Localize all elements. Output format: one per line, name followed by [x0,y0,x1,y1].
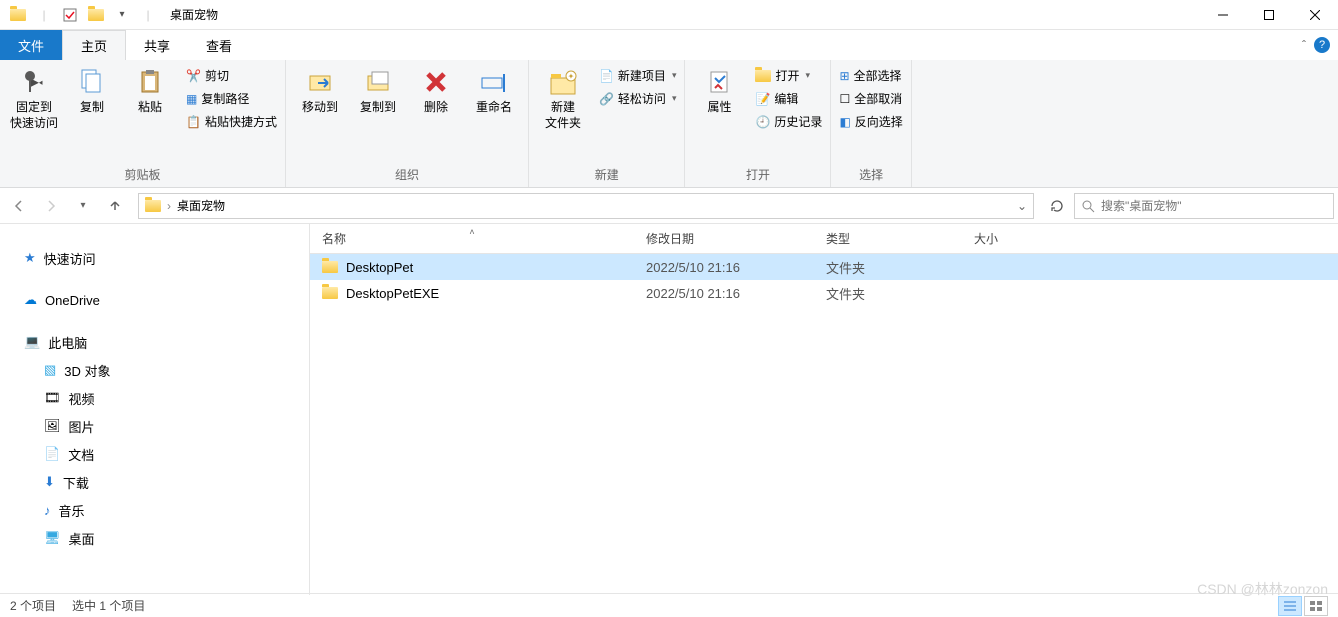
tab-view[interactable]: 查看 [188,30,250,60]
group-label-organize: 组织 [292,163,522,187]
search-box[interactable]: 搜索"桌面宠物" [1074,193,1334,219]
address-bar[interactable]: › 桌面宠物 ⌄ [138,193,1034,219]
statusbar: 2 个项目 选中 1 个项目 [0,593,1338,617]
nav-desktop[interactable]: 🖥桌面 [16,524,309,552]
view-details-button[interactable] [1278,596,1302,616]
nav-quickaccess[interactable]: ★快速访问 [16,244,309,272]
navbar: ▾ › 桌面宠物 ⌄ 搜索"桌面宠物" [0,188,1338,224]
nav-videos[interactable]: 🎞视频 [16,384,309,412]
cut-button[interactable]: ✂️剪切 [184,66,279,85]
recent-dropdown[interactable]: ▾ [68,192,98,220]
nav-downloads[interactable]: ⬇下载 [16,468,309,496]
tab-share[interactable]: 共享 [126,30,188,60]
collapse-ribbon-icon[interactable]: ˆ [1302,38,1306,52]
refresh-button[interactable] [1042,193,1072,219]
copy-button[interactable]: 复制 [64,64,120,116]
copypath-button[interactable]: ▦复制路径 [184,89,279,108]
back-button[interactable] [4,192,34,220]
file-name: DesktopPet [346,260,413,275]
address-folder-icon [145,200,161,212]
group-label-clipboard: 剪贴板 [6,163,279,187]
qat-separator: | [32,3,56,27]
tab-home[interactable]: 主页 [62,30,126,60]
newitem-button[interactable]: 📄新建项目▾ [597,66,679,85]
ribbon-tabs: 文件 主页 共享 查看 ˆ ? [0,30,1338,60]
navigation-pane: ★快速访问 ☁OneDrive 💻此电脑 ▧3D 对象 🎞视频 🖼图片 📄文档 … [0,224,310,595]
folder-icon [322,287,338,299]
address-dropdown[interactable]: ⌄ [1011,199,1033,213]
ribbon: 固定到 快速访问 复制 粘贴 ✂️剪切 ▦复制路径 📋粘贴快捷方式 剪贴板 移动… [0,60,1338,188]
edit-button[interactable]: 📝编辑 [753,89,824,108]
minimize-button[interactable] [1200,0,1246,30]
file-date: 2022/5/10 21:16 [634,286,814,301]
pasteshortcut-button[interactable]: 📋粘贴快捷方式 [184,112,279,131]
selectnone-button[interactable]: ☐全部取消 [837,89,904,108]
status-count: 2 个项目 [10,597,56,614]
properties-button[interactable]: 属性 [691,64,747,116]
close-button[interactable] [1292,0,1338,30]
group-clipboard: 固定到 快速访问 复制 粘贴 ✂️剪切 ▦复制路径 📋粘贴快捷方式 剪贴板 [0,60,286,187]
pin-button[interactable]: 固定到 快速访问 [6,64,62,131]
group-select: ⊞全部选择 ☐全部取消 ◧反向选择 选择 [831,60,911,187]
qat-folder-icon-2 [84,3,108,27]
svg-text:✦: ✦ [568,72,575,81]
nav-thispc[interactable]: 💻此电脑 [16,328,309,356]
easyaccess-button[interactable]: 🔗轻松访问▾ [597,89,679,108]
qat-separator-2: | [136,3,160,27]
col-size[interactable]: 大小 [962,230,1082,247]
view-icons-button[interactable] [1304,596,1328,616]
file-date: 2022/5/10 21:16 [634,260,814,275]
search-icon [1081,199,1095,213]
file-type: 文件夹 [814,258,962,277]
paste-button[interactable]: 粘贴 [122,64,178,116]
sort-arrow-icon: ˄ [469,227,474,237]
copyto-button[interactable]: 复制到 [350,64,406,116]
group-new: ✦新建 文件夹 📄新建项目▾ 🔗轻松访问▾ 新建 [529,60,686,187]
folder-icon [322,261,338,273]
qat-folder-icon [6,3,30,27]
file-type: 文件夹 [814,284,962,303]
file-row[interactable]: DesktopPetEXE 2022/5/10 21:16文件夹 [310,280,1338,306]
rename-button[interactable]: 重命名 [466,64,522,116]
group-organize: 移动到 复制到 删除 重命名 组织 [286,60,529,187]
main: ★快速访问 ☁OneDrive 💻此电脑 ▧3D 对象 🎞视频 🖼图片 📄文档 … [0,224,1338,595]
nav-3dobjects[interactable]: ▧3D 对象 [16,356,309,384]
nav-documents[interactable]: 📄文档 [16,440,309,468]
tab-file[interactable]: 文件 [0,30,62,60]
file-name: DesktopPetEXE [346,286,439,301]
col-name[interactable]: 名称˄ [310,230,634,247]
status-selected: 选中 1 个项目 [72,597,145,614]
delete-button[interactable]: 删除 [408,64,464,116]
maximize-button[interactable] [1246,0,1292,30]
group-open: 属性 打开▾ 📝编辑 🕘历史记录 打开 [685,60,831,187]
file-list: 名称˄ 修改日期 类型 大小 DesktopPet 2022/5/10 21:16… [310,224,1338,595]
invertselect-button[interactable]: ◧反向选择 [837,112,904,131]
up-button[interactable] [100,192,130,220]
qat-dropdown[interactable]: ▾ [110,3,134,27]
col-date[interactable]: 修改日期 [634,230,814,247]
moveto-button[interactable]: 移动到 [292,64,348,116]
group-label-select: 选择 [837,163,904,187]
newfolder-button[interactable]: ✦新建 文件夹 [535,64,591,131]
file-row[interactable]: DesktopPet 2022/5/10 21:16文件夹 [310,254,1338,280]
help-icon[interactable]: ? [1314,37,1330,53]
nav-onedrive[interactable]: ☁OneDrive [16,286,309,314]
forward-button[interactable] [36,192,66,220]
search-placeholder: 搜索"桌面宠物" [1101,197,1182,214]
group-label-new: 新建 [535,163,679,187]
group-label-open: 打开 [691,163,824,187]
qat-checkbox[interactable] [58,3,82,27]
breadcrumb-current[interactable]: 桌面宠物 [171,197,231,214]
column-headers[interactable]: 名称˄ 修改日期 类型 大小 [310,224,1338,254]
open-button[interactable]: 打开▾ [753,66,824,85]
history-button[interactable]: 🕘历史记录 [753,112,824,131]
titlebar: | ▾ | 桌面宠物 [0,0,1338,30]
window-title: 桌面宠物 [160,6,218,23]
selectall-button[interactable]: ⊞全部选择 [837,66,904,85]
col-type[interactable]: 类型 [814,230,962,247]
nav-music[interactable]: ♪音乐 [16,496,309,524]
nav-pictures[interactable]: 🖼图片 [16,412,309,440]
